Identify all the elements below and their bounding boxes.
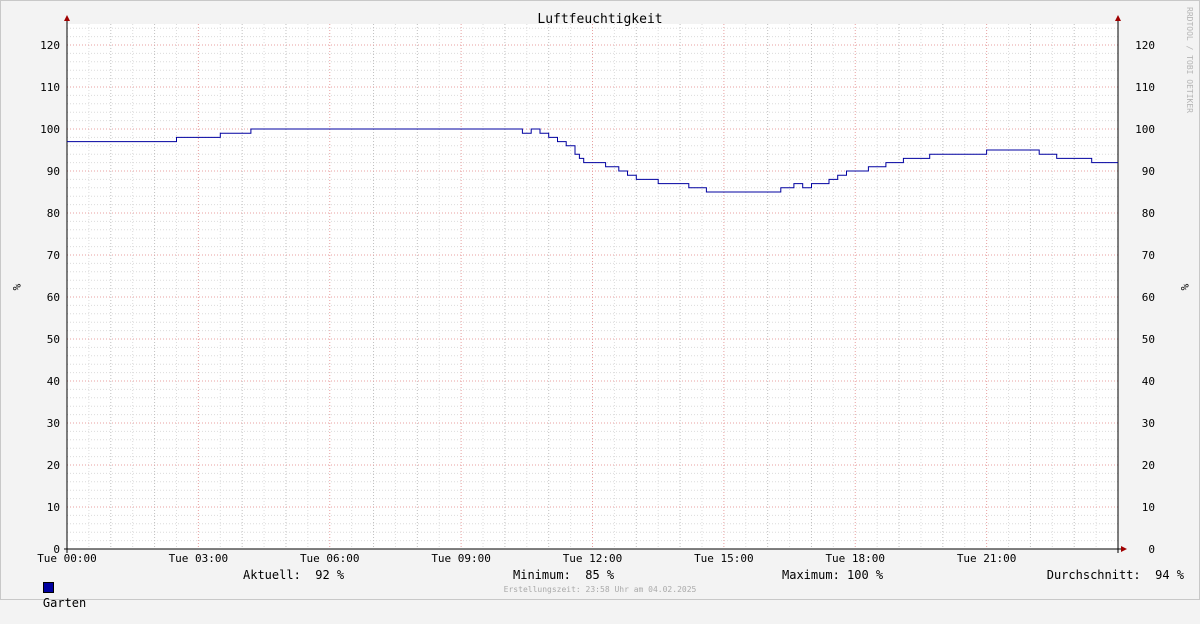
y-tick-label-right: 100	[1135, 123, 1155, 136]
x-tick-label: Tue 12:00	[563, 552, 623, 565]
y-axis-arrow-left	[64, 15, 70, 21]
x-tick-label: Tue 15:00	[694, 552, 754, 565]
legend-current: Aktuell: 92 %	[243, 568, 345, 582]
y-tick-label-right: 110	[1135, 81, 1155, 94]
y-tick-label-left: 40	[47, 375, 60, 388]
humidity-chart: 0 10 20 30 40 50 60 70 80 90 100 110 120 0 10 20 30 40 50…	[10, 7, 1194, 565]
y-tick-label-right: 40	[1142, 375, 1155, 388]
y-tick-label-left: 20	[47, 459, 60, 472]
y-tick-label-left: 120	[40, 39, 60, 52]
y-tick-label-right: 50	[1142, 333, 1155, 346]
y-tick-label-right: 60	[1142, 291, 1155, 304]
y-tick-label-right: 70	[1142, 249, 1155, 262]
y-tick-label-right: 80	[1142, 207, 1155, 220]
legend-maximum: Maximum: 100 %	[782, 568, 884, 582]
y-tick-label-left: 60	[47, 291, 60, 304]
y-tick-label-right: 10	[1142, 501, 1155, 514]
y-tick-label-left: 90	[47, 165, 60, 178]
y-tick-label-right: 90	[1142, 165, 1155, 178]
y-tick-label-left: 110	[40, 81, 60, 94]
x-tick-label: Tue 09:00	[431, 552, 491, 565]
y-axis-label-right: %	[1178, 284, 1191, 291]
legend-average: Durchschnitt: 94 %	[1046, 568, 1184, 582]
y-axis-label-left: %	[10, 284, 23, 291]
x-tick-label: Tue 18:00	[825, 552, 885, 565]
y-tick-label-right: 0	[1148, 543, 1155, 556]
legend-series: Garten	[14, 568, 86, 624]
y-tick-label-left: 10	[47, 501, 60, 514]
y-tick-label-left: 100	[40, 123, 60, 136]
legend-minimum: Minimum: 85 %	[513, 568, 615, 582]
y-tick-label-left: 50	[47, 333, 60, 346]
y-tick-label-left: 70	[47, 249, 60, 262]
x-tick-label: Tue 21:00	[957, 552, 1017, 565]
chart-title: Luftfeuchtigkeit	[537, 12, 662, 27]
y-tick-label-right: 120	[1135, 39, 1155, 52]
y-tick-label-left: 30	[47, 417, 60, 430]
y-tick-labels-right: 0 10 20 30 40 50 60 70 80 90 100 110 120	[1135, 39, 1155, 556]
x-tick-label: Tue 06:00	[300, 552, 360, 565]
watermark: RRDTOOL / TOBI OETIKER	[1185, 7, 1194, 113]
y-tick-labels-left: 0102030405060708090100110120	[40, 39, 60, 556]
x-axis-arrow	[1121, 546, 1127, 552]
x-tick-labels: Tue 00:00 Tue 03:00 Tue 06:00 Tue 09:00 Tue …	[37, 552, 1016, 565]
legend-series-name: Garten	[42, 596, 87, 610]
x-tick-label: Tue 00:00	[37, 552, 97, 565]
y-tick-label-left: 80	[47, 207, 60, 220]
legend: Garten Aktuell: 92 % Minimum: 85 % Maxim…	[14, 568, 1184, 610]
x-tick-label: Tue 03:00	[169, 552, 229, 565]
y-axis-arrow-right	[1115, 15, 1121, 21]
y-tick-label-right: 20	[1142, 459, 1155, 472]
y-tick-label-right: 30	[1142, 417, 1155, 430]
creation-time: Erstellungszeit: 23:58 Uhr am 04.02.2025	[503, 585, 697, 594]
